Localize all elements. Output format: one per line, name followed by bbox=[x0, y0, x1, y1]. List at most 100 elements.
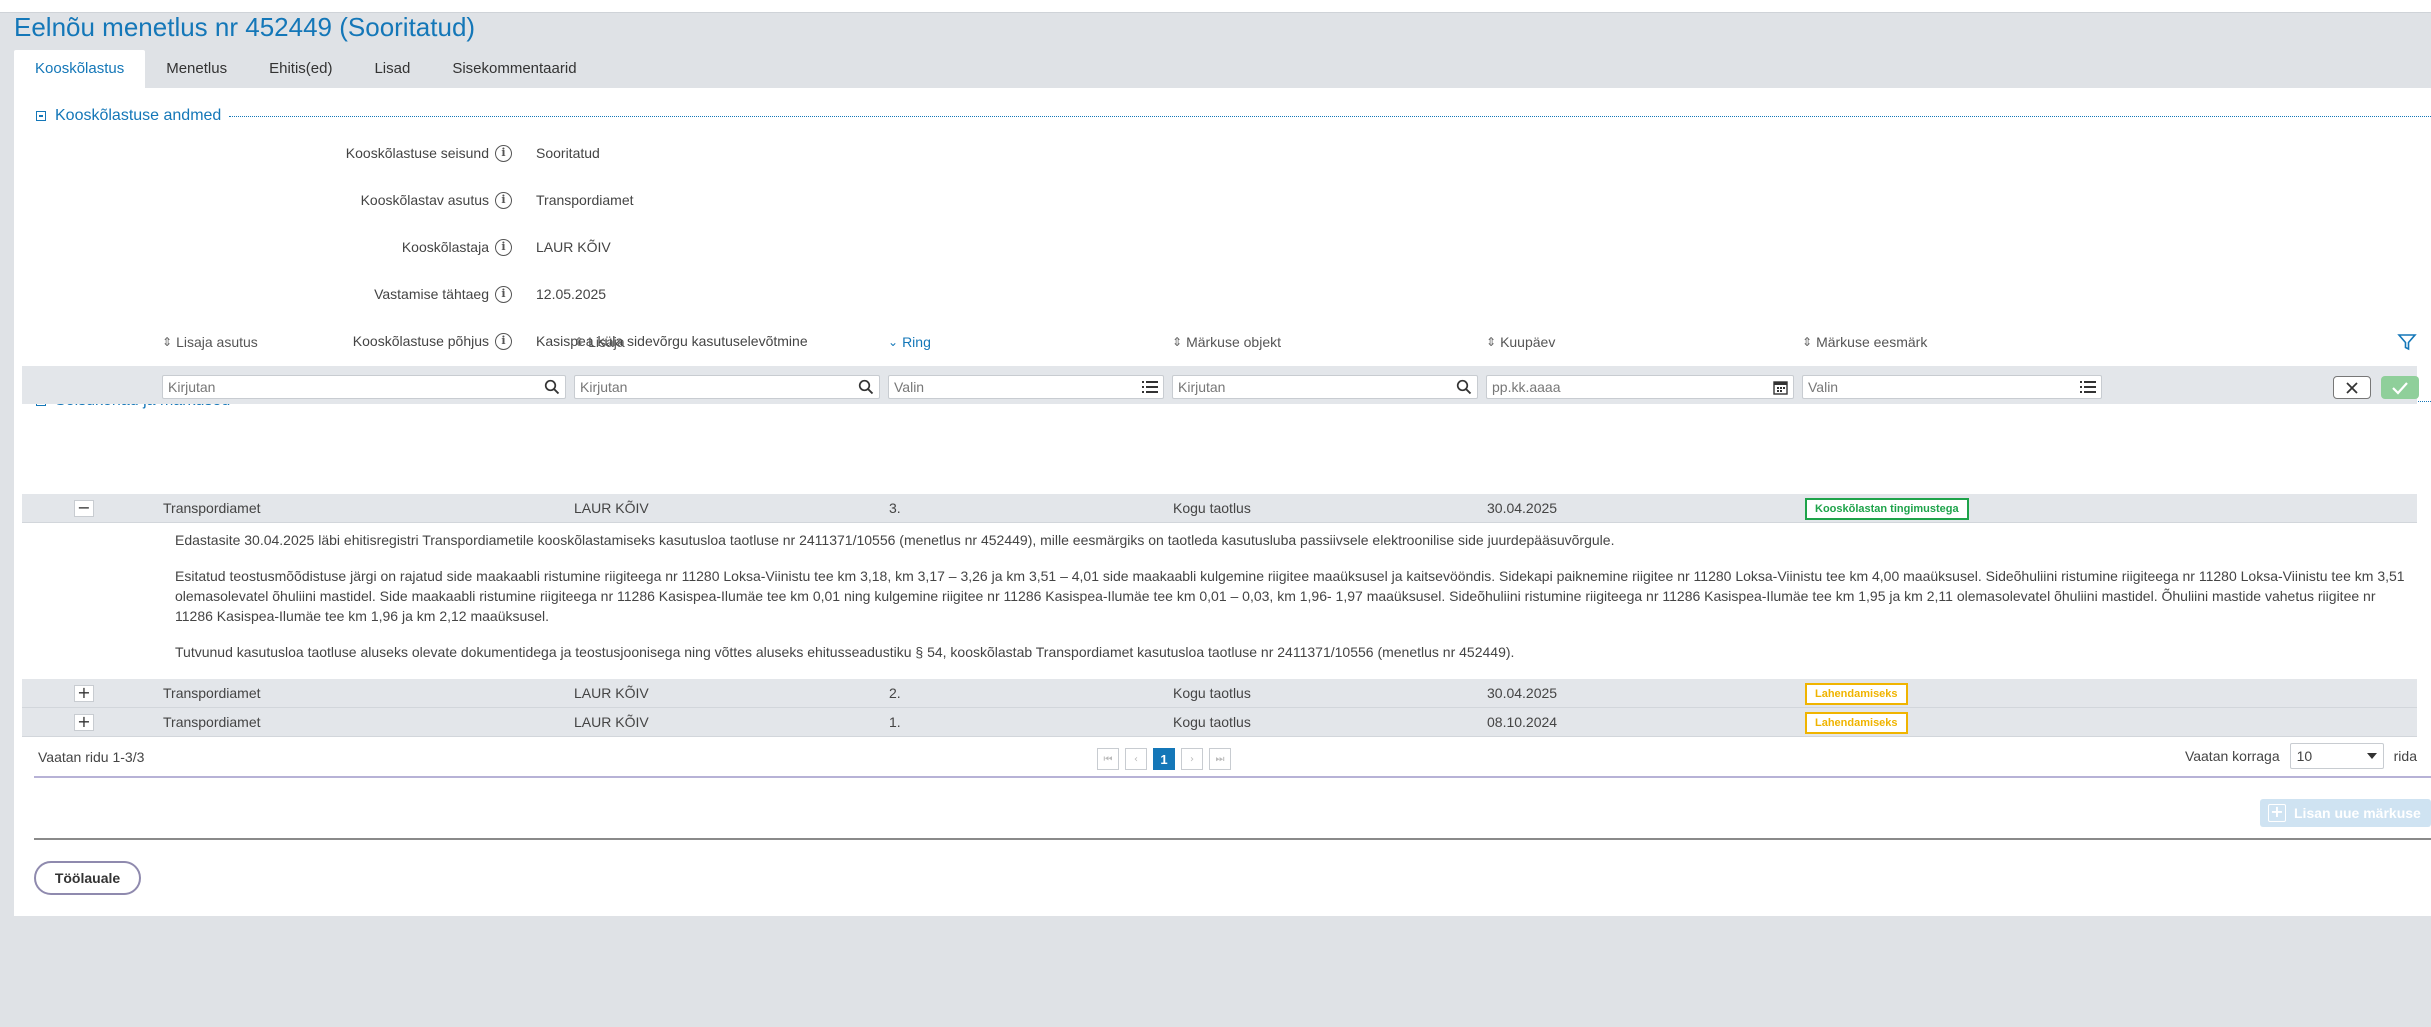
cell-ring: 1. bbox=[889, 714, 901, 730]
per-page-suffix: rida bbox=[2393, 748, 2417, 764]
page-size-select[interactable]: 10 bbox=[2289, 743, 2384, 769]
sort-icon: ⇕ bbox=[574, 335, 585, 349]
per-page-label: Vaatan korraga bbox=[2184, 748, 2280, 764]
last-page-icon[interactable]: ⏭ bbox=[1209, 748, 1231, 770]
page-title: Eelnõu menetlus nr 452449 (Sooritatud) bbox=[14, 12, 476, 42]
expand-row-button[interactable]: + bbox=[74, 685, 94, 702]
clear-filters-button[interactable] bbox=[2333, 376, 2371, 399]
sort-icon: ⇕ bbox=[1172, 335, 1183, 349]
back-to-dashboard-button[interactable]: Töölauale bbox=[34, 861, 141, 895]
sort-icon: ⇕ bbox=[1486, 335, 1497, 349]
column-header-ring[interactable]: ⌄ Ring bbox=[888, 334, 931, 350]
filter-ring bbox=[888, 375, 1164, 399]
filter-markuse-objekt bbox=[1172, 375, 1478, 399]
divider bbox=[34, 776, 2431, 778]
table-row[interactable]: − Transpordiamet LAUR KÕIV 3. Kogu taotl… bbox=[22, 494, 2417, 523]
cell-lisaja: LAUR KÕIV bbox=[574, 500, 649, 516]
expand-row-button[interactable]: + bbox=[74, 714, 94, 731]
tab-sisekommentaarid[interactable]: Sisekommentaarid bbox=[431, 50, 597, 88]
field-label: Kooskõlastav asutus bbox=[360, 192, 489, 208]
divider bbox=[34, 838, 2431, 840]
column-header-eesmark[interactable]: ⇕ Märkuse eesmärk bbox=[1802, 334, 1927, 350]
info-icon[interactable]: i bbox=[495, 144, 512, 162]
table-row[interactable]: + Transpordiamet LAUR KÕIV 1. Kogu taotl… bbox=[22, 708, 2417, 737]
field-value: LAUR KÕIV bbox=[536, 239, 611, 255]
calendar-icon[interactable] bbox=[1767, 376, 1793, 398]
collapse-row-button[interactable]: − bbox=[74, 500, 94, 517]
remark-paragraph: Tutvunud kasutusloa taotluse aluseks ole… bbox=[175, 644, 1515, 660]
remark-paragraph: Edastasite 30.04.2025 läbi ehitisregistr… bbox=[175, 532, 1615, 548]
cell-ring: 2. bbox=[889, 685, 901, 701]
cell-ring: 3. bbox=[889, 500, 901, 516]
tab-menetlus[interactable]: Menetlus bbox=[145, 50, 248, 88]
tab-bar: Kooskõlastus Menetlus Ehitis(ed) Lisad S… bbox=[14, 50, 598, 88]
sort-desc-icon: ⌄ bbox=[888, 335, 899, 349]
tab-lisad[interactable]: Lisad bbox=[353, 50, 431, 88]
cell-objekt: Kogu taotlus bbox=[1173, 685, 1251, 701]
info-icon[interactable]: i bbox=[495, 191, 512, 209]
field-label: Vastamise tähtaeg bbox=[374, 286, 489, 302]
chevron-down-icon bbox=[2366, 753, 2377, 759]
remark-paragraph: Esitatud teostusmõõdistuse järgi on raja… bbox=[175, 568, 2405, 624]
search-icon[interactable] bbox=[539, 376, 565, 398]
first-page-icon[interactable]: ⏮ bbox=[1097, 748, 1119, 770]
filter-icon[interactable] bbox=[2397, 332, 2417, 352]
close-icon bbox=[2346, 381, 2358, 394]
add-remark-label: Lisan uue märkuse bbox=[2294, 805, 2421, 821]
cell-asutus: Transpordiamet bbox=[163, 714, 261, 730]
page-size-control: Vaatan korraga 10 rida bbox=[2185, 743, 2417, 769]
field-row-tahtaeg: Vastamise tähtaeg i 12.05.2025 bbox=[14, 283, 1214, 305]
search-icon[interactable] bbox=[1451, 376, 1477, 398]
table-footer: Vaatan ridu 1-3/3 ⏮ ‹ 1 › ⏭ Vaatan korra… bbox=[22, 738, 2417, 776]
page-size-value: 10 bbox=[2296, 748, 2313, 764]
column-header-markuse-objekt[interactable]: ⇕ Märkuse objekt bbox=[1172, 334, 1281, 350]
filter-markuse-objekt-input[interactable] bbox=[1173, 376, 1451, 398]
cell-kuupaev: 30.04.2025 bbox=[1487, 685, 1558, 701]
prev-page-icon[interactable]: ‹ bbox=[1125, 748, 1147, 770]
cell-objekt: Kogu taotlus bbox=[1173, 714, 1251, 730]
remark-detail-text: Edastasite 30.04.2025 läbi ehitisregistr… bbox=[22, 525, 2417, 680]
info-icon[interactable]: i bbox=[495, 285, 512, 303]
tab-kooskolastus[interactable]: Kooskõlastus bbox=[14, 50, 146, 88]
filter-lisaja bbox=[574, 375, 880, 399]
column-header-lisaja-asutus[interactable]: ⇕ Lisaja asutus bbox=[162, 334, 258, 350]
filter-kuupaev bbox=[1486, 375, 1794, 399]
details-section-title: Kooskõlastuse andmed bbox=[55, 107, 222, 124]
field-row-asutus: Kooskõlastav asutus i Transpordiamet bbox=[14, 189, 1214, 211]
status-badge: Kooskõlastan tingimustega bbox=[1805, 498, 1969, 520]
filter-lisaja-input[interactable] bbox=[575, 376, 853, 398]
plus-icon: + bbox=[2268, 804, 2286, 822]
details-collapse-toggle[interactable] bbox=[36, 111, 46, 121]
field-row-kooskolastaja: Kooskõlastaja i LAUR KÕIV bbox=[14, 236, 1214, 258]
filter-ring-select[interactable] bbox=[889, 376, 1137, 398]
cell-kuupaev: 30.04.2025 bbox=[1487, 500, 1558, 516]
rows-info: Vaatan ridu 1-3/3 bbox=[38, 749, 145, 765]
tab-ehitised[interactable]: Ehitis(ed) bbox=[248, 50, 353, 88]
add-remark-button[interactable]: + Lisan uue märkuse bbox=[2260, 799, 2431, 827]
filter-row bbox=[22, 366, 2419, 404]
filter-eesmark-select[interactable] bbox=[1803, 376, 2075, 398]
column-header-kuupaev[interactable]: ⇕ Kuupäev bbox=[1486, 334, 1555, 350]
cell-objekt: Kogu taotlus bbox=[1173, 500, 1251, 516]
details-section-header: Kooskõlastuse andmed bbox=[36, 106, 2431, 126]
list-icon[interactable] bbox=[1137, 376, 1163, 398]
status-badge: Lahendamiseks bbox=[1805, 683, 1908, 705]
cell-kuupaev: 08.10.2024 bbox=[1487, 714, 1558, 730]
apply-filters-button[interactable] bbox=[2381, 376, 2419, 399]
info-icon[interactable]: i bbox=[495, 238, 512, 256]
sort-icon: ⇕ bbox=[162, 335, 173, 349]
search-icon[interactable] bbox=[853, 376, 879, 398]
check-icon bbox=[2392, 381, 2408, 395]
table-row[interactable]: + Transpordiamet LAUR KÕIV 2. Kogu taotl… bbox=[22, 679, 2417, 708]
field-value: 12.05.2025 bbox=[536, 286, 607, 302]
sort-icon: ⇕ bbox=[1802, 335, 1813, 349]
filter-lisaja-asutus-input[interactable] bbox=[163, 376, 539, 398]
next-page-icon[interactable]: › bbox=[1181, 748, 1203, 770]
list-icon[interactable] bbox=[2075, 376, 2101, 398]
cell-asutus: Transpordiamet bbox=[163, 685, 261, 701]
column-header-lisaja[interactable]: ⇕ Lisaja bbox=[574, 334, 625, 350]
filter-lisaja-asutus bbox=[162, 375, 566, 399]
page-number[interactable]: 1 bbox=[1153, 748, 1175, 770]
section-divider bbox=[229, 115, 2431, 117]
filter-kuupaev-input[interactable] bbox=[1487, 376, 1767, 398]
